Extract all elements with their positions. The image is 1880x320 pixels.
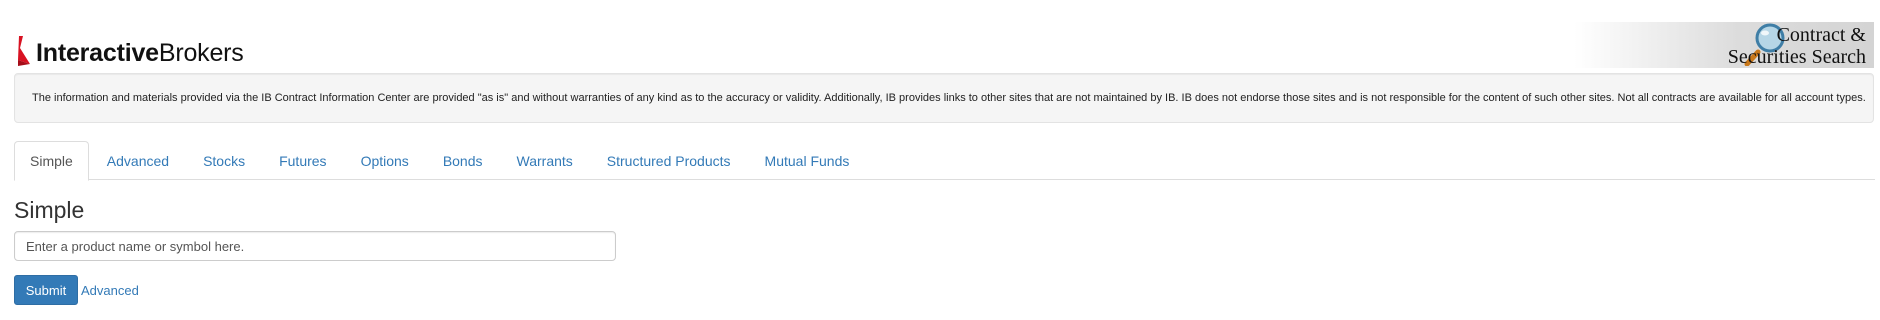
- banner-line-1: Contract &: [1776, 24, 1866, 46]
- tab-options[interactable]: Options: [345, 141, 425, 180]
- tab-advanced[interactable]: Advanced: [91, 141, 185, 180]
- advanced-link[interactable]: Advanced: [81, 283, 139, 298]
- banner-title: Contract & Securities Search: [1728, 24, 1866, 68]
- tab-warrants[interactable]: Warrants: [501, 141, 589, 180]
- contract-search-banner: Contract & Securities Search: [1574, 22, 1874, 68]
- tab-bonds[interactable]: Bonds: [427, 141, 499, 180]
- section-title: Simple: [14, 197, 85, 223]
- interactive-brokers-logo[interactable]: InteractiveBrokers: [14, 30, 244, 66]
- search-tabs: Simple Advanced Stocks Futures Options B…: [14, 141, 1875, 181]
- banner-line-2: Securities Search: [1727, 46, 1866, 68]
- tab-simple[interactable]: Simple: [14, 141, 89, 181]
- ib-logo-icon: [18, 36, 30, 66]
- tab-stocks[interactable]: Stocks: [187, 141, 261, 180]
- search-input[interactable]: [14, 231, 616, 261]
- disclaimer-text: The information and materials provided v…: [32, 92, 1866, 104]
- disclaimer-box: The information and materials provided v…: [14, 73, 1874, 123]
- tab-structured-products[interactable]: Structured Products: [591, 141, 747, 180]
- tab-mutual-funds[interactable]: Mutual Funds: [749, 141, 866, 180]
- submit-button[interactable]: Submit: [14, 275, 78, 305]
- tab-futures[interactable]: Futures: [263, 141, 342, 180]
- logo-wordmark: InteractiveBrokers: [36, 39, 244, 67]
